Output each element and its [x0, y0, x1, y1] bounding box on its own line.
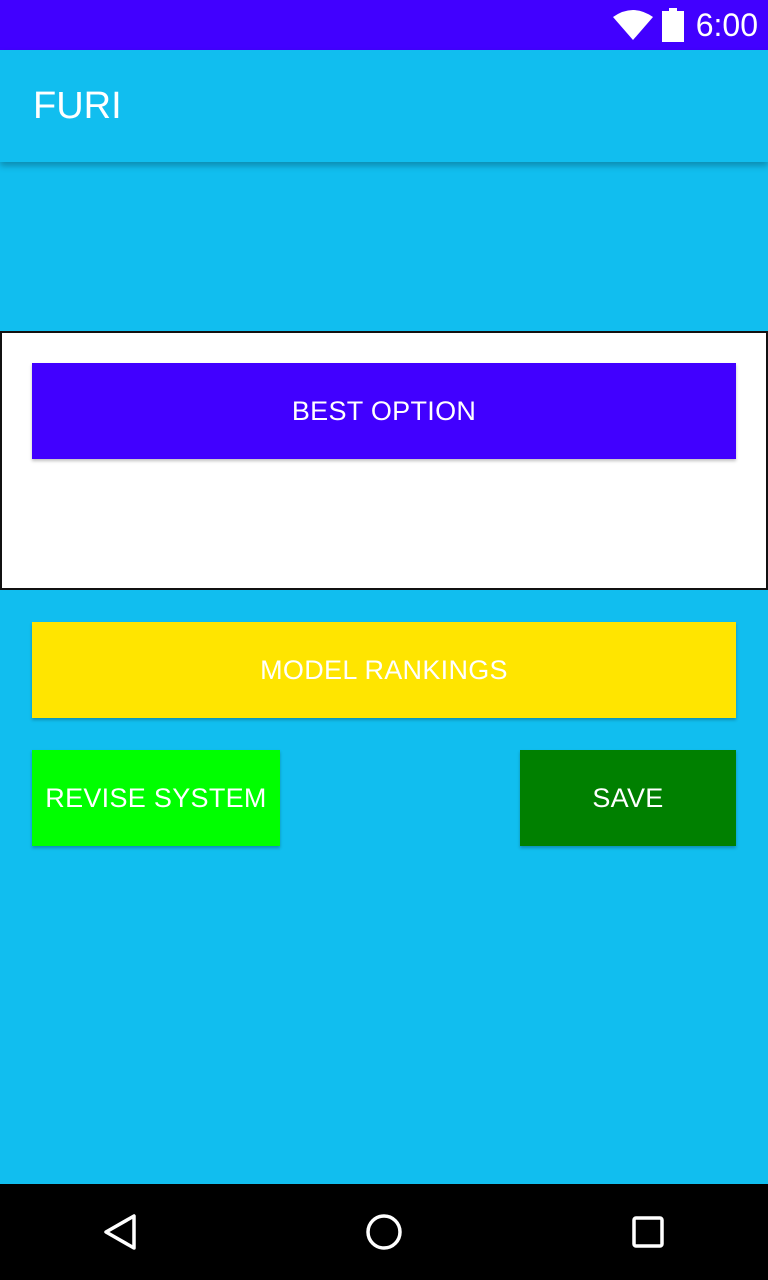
model-rankings-button[interactable]: MODEL RANKINGS: [32, 622, 736, 718]
status-time: 6:00: [695, 6, 758, 43]
home-button[interactable]: [336, 1184, 432, 1280]
recent-apps-icon: [632, 1216, 664, 1248]
home-icon: [366, 1214, 402, 1250]
best-option-button[interactable]: BEST OPTION: [32, 363, 736, 459]
status-bar: 6:00: [0, 0, 768, 50]
back-icon: [104, 1214, 136, 1250]
app-screen: 6:00 FURI BEST OPTION MODEL RANKINGS REV…: [0, 0, 768, 1280]
battery-icon: [661, 8, 684, 42]
save-button[interactable]: SAVE: [520, 750, 736, 846]
back-button[interactable]: [72, 1184, 168, 1280]
wifi-icon: [612, 10, 653, 40]
app-bar: FURI: [0, 50, 768, 162]
navigation-bar: [0, 1184, 768, 1280]
revise-system-button[interactable]: REVISE SYSTEM: [32, 750, 280, 846]
status-indicators: 6:00: [612, 0, 758, 50]
recent-apps-button[interactable]: [600, 1184, 696, 1280]
app-title: FURI: [33, 85, 122, 127]
